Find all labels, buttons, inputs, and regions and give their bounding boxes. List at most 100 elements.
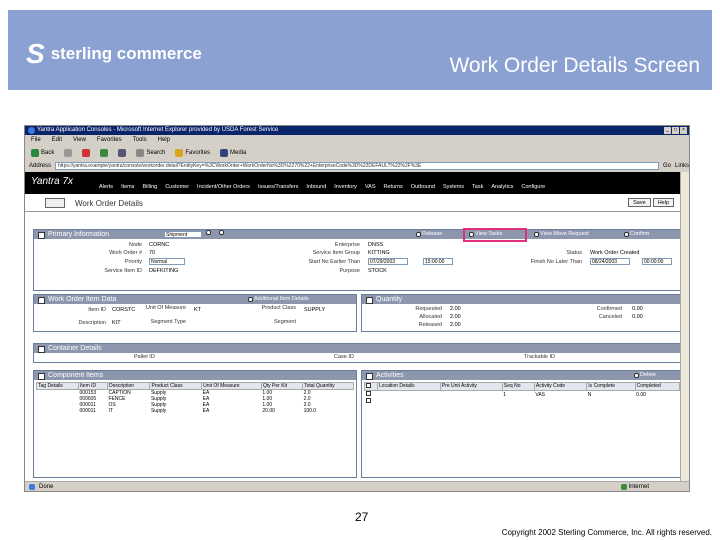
row-checkbox-cell[interactable] [365,398,378,405]
status-bar: Done Internet [25,481,689,491]
priority-select[interactable]: Normal [149,258,185,265]
nav-inventory[interactable]: Inventory [334,184,357,190]
go-button[interactable]: Go [663,163,671,169]
col-pre-unit-activity[interactable]: Pre Unit Activity [439,382,503,391]
media-button[interactable]: Media [220,149,246,157]
close-button[interactable]: × [680,127,687,134]
col-activity-code[interactable]: Activity Code [533,382,588,391]
search-icon [136,149,145,157]
released-value: 2.00 [450,322,461,328]
finish-date-input[interactable]: 08/24/2003 [590,258,630,265]
col-total-qty[interactable]: Total Quantity [302,382,354,390]
home-button[interactable] [118,149,127,157]
nav-inbound[interactable]: Inbound [306,184,326,190]
nav-outbound[interactable]: Outbound [411,184,435,190]
address-label: Address [29,163,52,169]
cell [37,408,79,414]
nav-analytics[interactable]: Analytics [491,184,513,190]
minimize-button[interactable]: _ [664,127,671,134]
back-button[interactable]: Back [31,149,54,157]
col-is-complete[interactable]: Is Complete [586,382,636,391]
sterling-logo: Ssterling commerce [26,38,202,69]
container-panel: Container Details Pallet ID Case ID Trac… [33,343,683,363]
refresh-button[interactable] [100,149,109,157]
components-panel: Component Items Tag Details Item ID Desc… [33,370,357,478]
maximize-button[interactable]: □ [672,127,679,134]
forward-button[interactable] [64,149,73,157]
table-row: 1 VAS N 0.00 [365,391,680,399]
col-uom[interactable]: Unit Of Measure [201,382,262,390]
favorites-button[interactable]: Favorites [175,149,210,157]
start-date-input[interactable]: 07/29/2003 [368,258,408,265]
item-id-value: CORSTC [112,307,136,313]
nav-task[interactable]: Task [472,184,483,190]
additional-item-details-button[interactable]: Additional Item Details [248,295,309,304]
address-bar: Address https://yantra.example/yantra/co… [25,161,689,171]
col-item-id[interactable]: Item ID [78,382,108,390]
nav-billing[interactable]: Billing [143,184,158,190]
print-button[interactable] [206,230,211,235]
nav-vas[interactable]: VAS [365,184,376,190]
cell[interactable] [378,398,441,405]
row-checkbox[interactable] [365,391,371,396]
browser-title: Yantra Application Consoles - Microsoft … [37,127,279,133]
col-qty-per-kit[interactable]: Qty Per Kit [260,382,304,390]
col-completed[interactable]: Completed [634,382,681,391]
nav-customer[interactable]: Customer [165,184,189,190]
cell: Supply [150,408,167,414]
nav-configure[interactable]: Configure [521,184,545,190]
menu-tools[interactable]: Tools [133,136,147,145]
menu-file[interactable]: File [31,136,41,145]
links-button[interactable]: Links [675,163,689,169]
enterprise-value: DNSS [368,242,384,248]
start-label: Start No Earlier Than [308,259,360,265]
view-move-request-button[interactable]: View Move Request [534,230,589,239]
nav-systems[interactable]: Systems [443,184,464,190]
view-select[interactable]: Shipment [164,231,202,238]
nav-items[interactable]: Items [121,184,134,190]
save-button[interactable]: Save [628,198,651,207]
col-product-class[interactable]: Product Class [149,382,203,390]
address-input[interactable]: https://yantra.example/yantra/console/wo… [55,162,659,170]
menu-favorites[interactable]: Favorites [97,136,122,145]
help-button[interactable]: Help [652,198,674,207]
release-button[interactable]: Release [416,230,442,239]
confirm-button[interactable]: Confirm [624,230,649,239]
key-button[interactable] [219,230,224,235]
menu-edit[interactable]: Edit [52,136,62,145]
cell[interactable] [440,391,502,399]
col-select[interactable] [363,382,379,391]
nav-incident[interactable]: Incident/Other Orders [197,184,250,190]
menu-bar: File Edit View Favorites Tools Help [25,136,689,145]
select-all-checkbox[interactable] [366,383,371,388]
col-description[interactable]: Description [106,382,151,390]
primary-info-panel: Primary Information Shipment Release Vie… [33,228,683,291]
vertical-scrollbar[interactable] [680,172,689,482]
nav-alerts[interactable]: Alerts [99,184,113,190]
menu-view[interactable]: View [73,136,86,145]
cell[interactable] [378,391,441,399]
row-checkbox[interactable] [365,398,371,403]
cell[interactable]: 000011 [79,408,108,414]
col-location-details[interactable]: Location Details [377,382,441,391]
node-label: Node [128,242,142,248]
nav-returns[interactable]: Returns [384,184,403,190]
stop-button[interactable] [82,149,91,157]
details-icon [248,297,253,302]
activities-table: Location Details Pre Unit Activity Seq N… [363,382,681,405]
description-value: KIT [112,320,121,326]
row-checkbox-cell[interactable] [365,391,378,399]
delete-button[interactable]: Delete [634,371,656,380]
col-seq-no[interactable]: Seq No [501,382,535,391]
col-tag-details[interactable]: Tag Details [35,382,80,390]
finish-time-input[interactable]: 00:00:00 [642,258,672,265]
nav-issues[interactable]: Issues/Transfers [258,184,298,190]
search-button[interactable]: Search [136,149,165,157]
start-time-input[interactable]: 15:00:00 [423,258,453,265]
enterprise-label: Enterprise [334,242,360,248]
menu-help[interactable]: Help [158,136,170,145]
release-icon [416,232,421,237]
cell[interactable] [440,398,502,405]
work-order-value: 70 [149,250,156,256]
media-label: Media [230,150,247,156]
